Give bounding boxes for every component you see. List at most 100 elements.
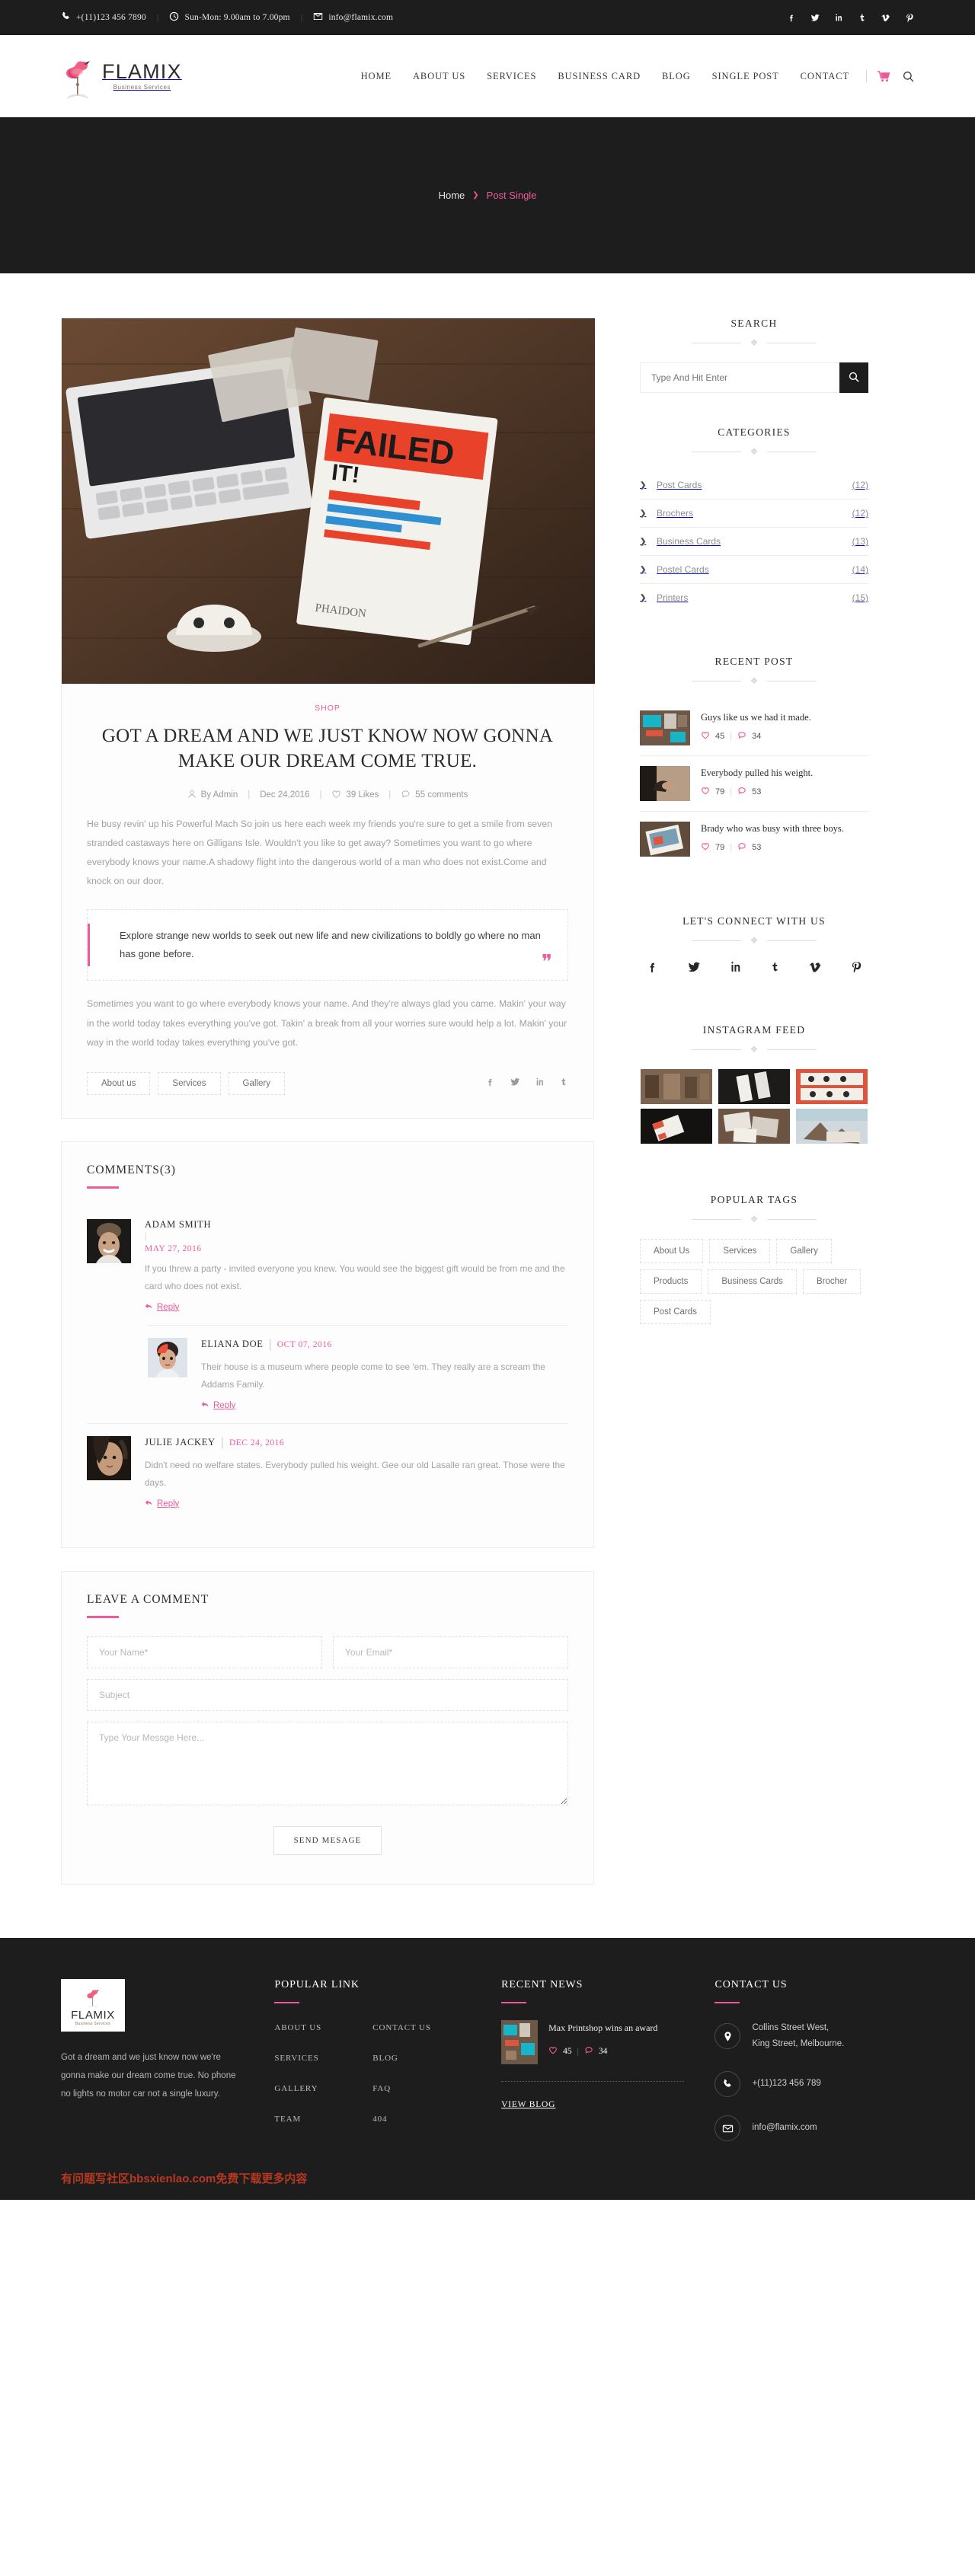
category-item-brochers[interactable]: ❯ Brochers (12)	[640, 500, 868, 528]
tag-post-cards[interactable]: Post Cards	[640, 1300, 711, 1324]
footer-link-services[interactable]: SERVICES	[274, 2054, 318, 2063]
facebook-icon[interactable]	[786, 13, 796, 23]
post-likes-text: 39 Likes	[346, 790, 379, 800]
footer-link-404[interactable]: 404	[372, 2115, 387, 2124]
twitter-icon[interactable]	[687, 960, 701, 977]
vimeo-icon[interactable]	[809, 960, 822, 977]
instagram-item[interactable]	[640, 1069, 713, 1104]
footer-link-faq[interactable]: FAQ	[372, 2084, 391, 2093]
pinterest-icon[interactable]	[850, 960, 862, 977]
recent-post-item[interactable]: Guys like us we had it made. 45 | 34	[640, 701, 868, 756]
nav-item-about-us[interactable]: ABOUT US	[402, 71, 476, 82]
facebook-icon[interactable]	[646, 960, 659, 977]
main-column: FAILED IT! PHAIDON SHOP GOT A DREAM AND …	[61, 318, 595, 1885]
subject-input[interactable]	[87, 1678, 568, 1711]
linkedin-icon[interactable]	[833, 13, 843, 23]
nav-item-contact[interactable]: CONTACT	[790, 71, 860, 82]
heart-icon	[701, 787, 710, 797]
meta-divider: |	[577, 2047, 579, 2056]
footer-news-thumbnail	[501, 2019, 539, 2064]
search-input[interactable]	[640, 362, 839, 393]
post-blockquote: Explore strange new worlds to seek out n…	[87, 909, 568, 982]
name-input[interactable]	[87, 1636, 322, 1668]
recent-post-item[interactable]: Brady who was busy with three boys. 79 |…	[640, 812, 868, 867]
search-button[interactable]	[839, 362, 868, 393]
site-logo[interactable]: FLAMIX Business Services	[61, 53, 182, 100]
search-icon[interactable]	[903, 71, 914, 82]
instagram-item[interactable]	[718, 1109, 791, 1144]
post-share-links	[485, 1077, 568, 1090]
breadcrumb-home[interactable]: Home	[439, 190, 465, 201]
footer-address-text: Collins Street West, King Street, Melbou…	[752, 2022, 845, 2049]
category-item-business-cards[interactable]: ❯ Business Cards (13)	[640, 528, 868, 556]
tag-gallery[interactable]: Gallery	[776, 1239, 832, 1263]
message-textarea[interactable]	[87, 1721, 568, 1805]
top-bar-socials	[786, 13, 914, 23]
comment-reply-button[interactable]: Reply	[145, 1302, 179, 1313]
tag-about-us[interactable]: About Us	[640, 1239, 704, 1263]
vimeo-icon[interactable]	[881, 13, 890, 23]
view-blog-button[interactable]: VIEW BLOG	[501, 2100, 555, 2109]
send-message-button[interactable]: SEND MESAGE	[273, 1825, 382, 1855]
post-likes[interactable]: 39 Likes	[321, 790, 388, 801]
widget-title: INSTAGRAM FEED	[702, 1024, 806, 1036]
share-facebook-icon[interactable]	[485, 1077, 495, 1090]
phone-info: +(11)123 456 7890	[61, 11, 157, 24]
footer-link-contact-us[interactable]: CONTACT US	[372, 2023, 431, 2032]
instagram-item[interactable]	[640, 1109, 713, 1144]
instagram-item[interactable]	[795, 1109, 868, 1144]
footer-link-team[interactable]: TEAM	[274, 2115, 301, 2124]
footer-link-gallery[interactable]: GALLERY	[274, 2084, 318, 2093]
tag-brocher[interactable]: Brocher	[802, 1269, 862, 1294]
comment-reply-button[interactable]: Reply	[145, 1499, 179, 1509]
recent-post-item[interactable]: Everybody pulled his weight. 79 | 53	[640, 756, 868, 812]
comment-reply-button[interactable]: Reply	[201, 1400, 235, 1411]
nav-item-business-card[interactable]: BUSINESS CARD	[547, 71, 651, 82]
tag-services[interactable]: Services	[709, 1239, 771, 1263]
category-item-postel-cards[interactable]: ❯ Postel Cards (14)	[640, 556, 868, 584]
heart-icon	[331, 790, 341, 801]
footer-logo-brand: FLAMIX	[71, 2008, 115, 2022]
nav-item-services[interactable]: SERVICES	[476, 71, 547, 82]
tumblr-icon[interactable]	[857, 13, 867, 23]
tag-products[interactable]: Products	[640, 1269, 702, 1294]
share-linkedin-icon[interactable]	[535, 1077, 545, 1090]
top-bar: +(11)123 456 7890 | Sun-Mon: 9.00am to 7…	[0, 0, 975, 35]
category-item-printers[interactable]: ❯ Printers (15)	[640, 584, 868, 611]
instagram-item[interactable]	[795, 1069, 868, 1104]
twitter-icon[interactable]	[810, 13, 820, 23]
pinterest-icon[interactable]	[904, 13, 914, 23]
footer-link-about-us[interactable]: ABOUT US	[274, 2023, 321, 2032]
comment-date: MAY 27, 2016	[145, 1243, 202, 1253]
post-tag-about-us[interactable]: About us	[87, 1072, 151, 1096]
footer-logo-tagline: Business Services	[75, 2021, 110, 2026]
post-tag-services[interactable]: Services	[158, 1072, 221, 1096]
post-category[interactable]: SHOP	[87, 704, 568, 713]
cart-icon[interactable]	[878, 70, 890, 82]
heading-underline	[501, 2001, 527, 2003]
linkedin-icon[interactable]	[729, 960, 742, 977]
heart-icon	[701, 842, 710, 853]
post-tag-gallery[interactable]: Gallery	[228, 1072, 285, 1096]
nav-item-blog[interactable]: BLOG	[651, 71, 702, 82]
footer-logo[interactable]: FLAMIX Business Services	[61, 1978, 125, 2032]
nav-item-single-post[interactable]: SINGLE POST	[702, 71, 790, 82]
nav-item-home[interactable]: HOME	[361, 71, 402, 82]
post-comments[interactable]: 55 comments	[391, 790, 478, 801]
tumblr-icon[interactable]	[769, 960, 781, 977]
footer-heading: RECENT NEWS	[501, 1978, 583, 1990]
share-twitter-icon[interactable]	[510, 1077, 520, 1090]
chevron-right-icon: ❯	[640, 480, 647, 490]
tag-business-cards[interactable]: Business Cards	[708, 1269, 797, 1294]
recent-post-likes: 45	[715, 731, 725, 741]
comments-section: COMMENTS(3) ADAM SMITH | MAY 27, 2016 If…	[61, 1141, 594, 1548]
widget-title: SEARCH	[730, 318, 778, 329]
footer-link-blog[interactable]: BLOG	[372, 2054, 398, 2063]
instagram-item[interactable]	[718, 1069, 791, 1104]
recent-post-title: Guys like us we had it made.	[701, 712, 811, 723]
diamond-ornament-icon: ❖	[750, 1214, 759, 1224]
category-item-post-cards[interactable]: ❯ Post Cards (12)	[640, 471, 868, 500]
share-tumblr-icon[interactable]	[559, 1077, 568, 1090]
email-input[interactable]	[333, 1636, 568, 1668]
footer-news-item[interactable]: Max Printshop wins an award 45 | 34	[501, 2019, 684, 2064]
